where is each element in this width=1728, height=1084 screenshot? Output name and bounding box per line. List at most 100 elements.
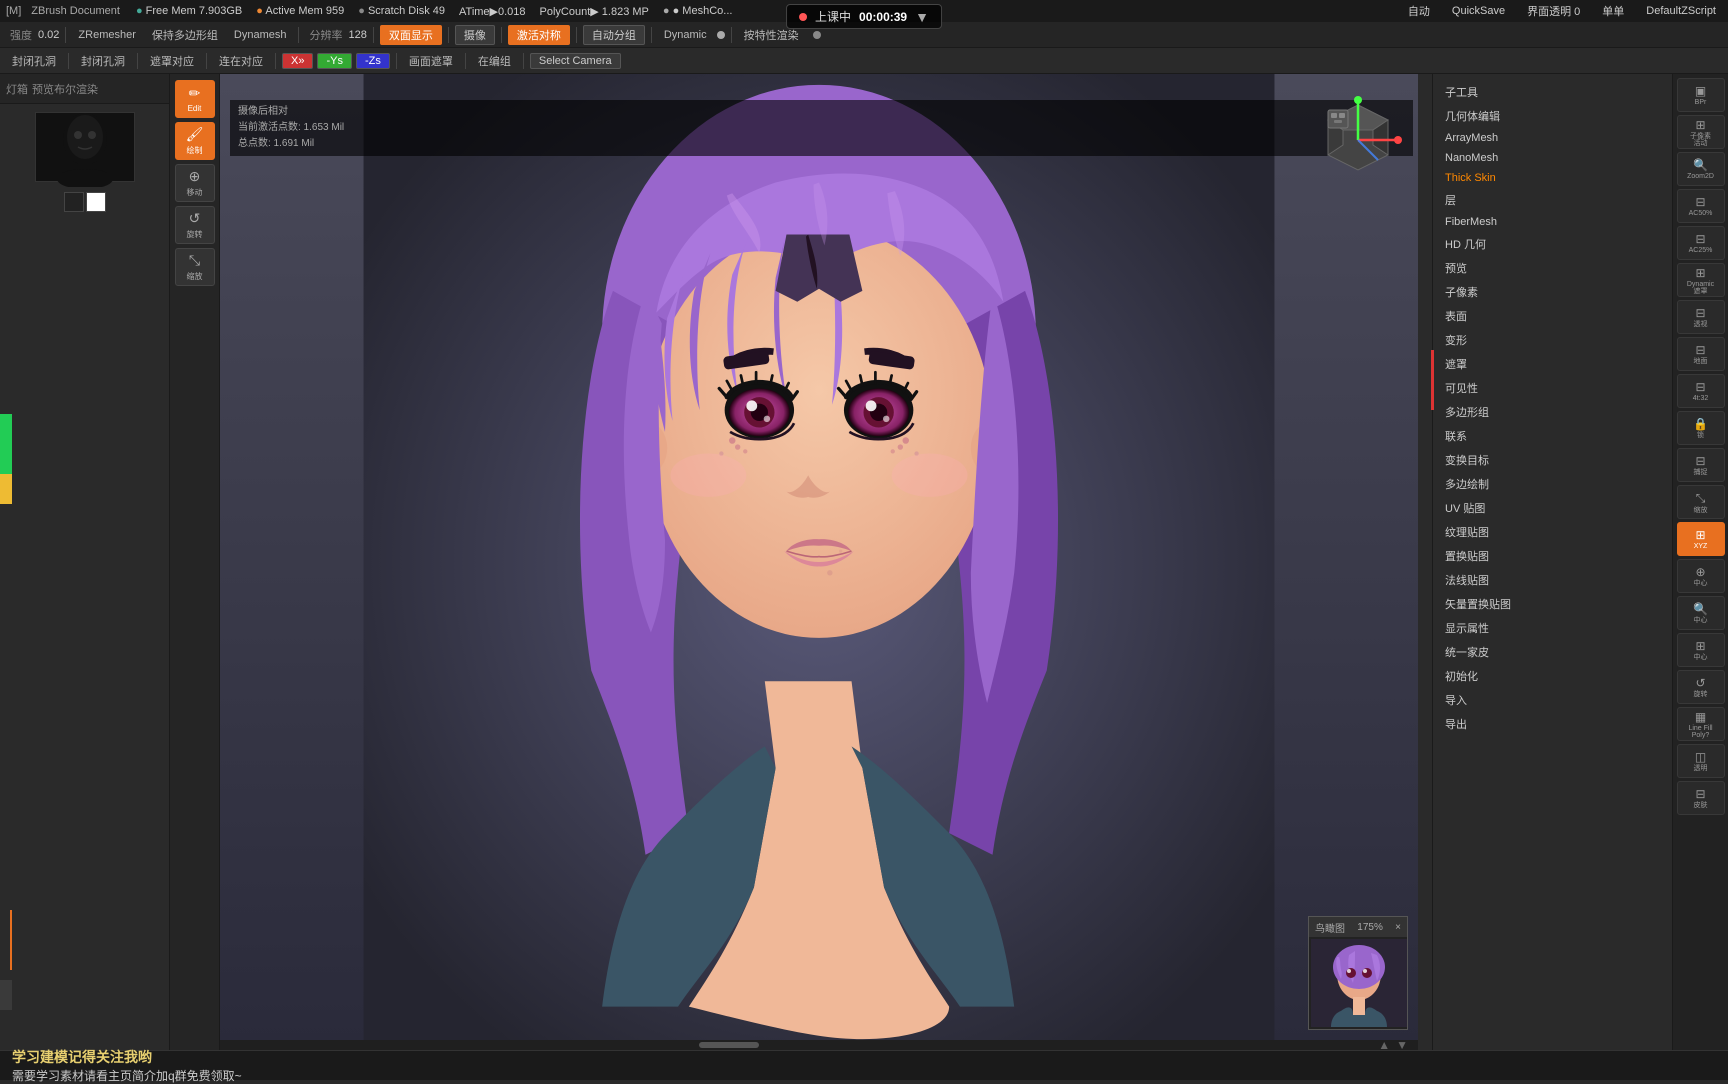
activate-pair-btn[interactable]: 激活对称 [508, 25, 570, 45]
ri-zoom2d[interactable]: 🔍 Zoom2D [1677, 152, 1725, 186]
double-side-btn[interactable]: 双面显示 [380, 25, 442, 45]
menu-quicksave[interactable]: QuickSave [1446, 3, 1511, 19]
fr-subtool[interactable]: 子工具 [1433, 80, 1612, 104]
divider4 [448, 27, 449, 43]
menu-default-script: DefaultZScript [1640, 3, 1722, 19]
select-camera-btn[interactable]: Select Camera [530, 53, 621, 69]
fit-label: 中心 [1694, 654, 1708, 661]
fr-preview[interactable]: 预览 [1433, 256, 1612, 280]
x-axis-btn[interactable]: X» [282, 53, 313, 69]
minimap: 鸟瞰图 175% × [1308, 916, 1408, 1030]
ri-subpixel-active[interactable]: ⊞ 子像素活动 [1677, 115, 1725, 149]
fr-deform[interactable]: 变形 [1433, 328, 1612, 352]
move-tool-btn[interactable]: ⊕ 移动 [175, 164, 215, 202]
camera-btn[interactable]: 摄像 [455, 25, 495, 45]
fr-arraymesh[interactable]: ArrayMesh [1433, 128, 1612, 148]
fr-layer[interactable]: 层 [1433, 188, 1612, 212]
yellow-swatch[interactable] [0, 474, 12, 504]
fr-normal-map[interactable]: 法线贴图 [1433, 568, 1612, 592]
ri-dynamic[interactable]: ⊞ Dynamic遮罩 [1677, 263, 1725, 297]
scrollbar-thumb[interactable] [699, 1042, 759, 1048]
zoom2d-icon: 🔍 [1693, 158, 1708, 172]
menu-active-mem: ● Active Mem 959 [250, 3, 350, 19]
dynamic-toggle[interactable] [717, 31, 725, 39]
fr-surface[interactable]: 表面 [1433, 304, 1612, 328]
aa32-icon: ⊟ [1695, 380, 1705, 394]
ri-xyz[interactable]: ⊞ XYZ [1677, 522, 1725, 556]
fr-vector-displacement[interactable]: 矢量置换贴图 [1433, 592, 1612, 616]
ri-aa25[interactable]: ⊟ AC25% [1677, 226, 1725, 260]
z-axis-btn[interactable]: -Zs [356, 53, 390, 69]
minimap-preview [1311, 939, 1407, 1027]
foreground-color[interactable] [64, 192, 84, 212]
ri-lock[interactable]: 🔒 锁 [1677, 411, 1725, 445]
bottom-text-line1: 学习建模记得关注我哟 [12, 1047, 242, 1067]
fr-contact[interactable]: 联系 [1433, 424, 1612, 448]
app-name: ZBrush Document [31, 5, 120, 17]
ri-aa32[interactable]: ⊟ 4t:32 [1677, 374, 1725, 408]
green-swatch[interactable] [0, 414, 12, 474]
main-viewport[interactable] [220, 74, 1418, 1050]
scale-tool-btn[interactable]: ⤡ 缩放 [175, 248, 215, 286]
viewport-scrollbar[interactable]: ▲ ▼ [220, 1040, 1418, 1050]
ri-aa50[interactable]: ⊟ AC50% [1677, 189, 1725, 223]
zremesher-btn[interactable]: ZRemesher [72, 27, 141, 43]
ri-snap[interactable]: ⊟ 捕捉 [1677, 448, 1725, 482]
fr-export[interactable]: 导出 [1433, 712, 1612, 736]
ri-zoom[interactable]: 🔍 中心 [1677, 596, 1725, 630]
ri-bpr[interactable]: ▣ BPr [1677, 78, 1725, 112]
right-icons-panel: ▣ BPr ⊞ 子像素活动 🔍 Zoom2D ⊟ AC50% ⊟ AC25% ⊞… [1672, 74, 1728, 1050]
fr-polypaint[interactable]: 多边绘制 [1433, 472, 1612, 496]
ri-transparency[interactable]: ◫ 透明 [1677, 744, 1725, 778]
auto-group-btn[interactable]: 自动分组 [583, 25, 645, 45]
fr-unified-skin[interactable]: 统一家皮 [1433, 640, 1612, 664]
ri-rotate[interactable]: ↺ 旋转 [1677, 670, 1725, 704]
timer-expand[interactable]: ▼ [915, 9, 929, 25]
preview-label: 预览布尔渲染 [32, 81, 98, 97]
navigation-cube[interactable] [1308, 90, 1408, 190]
menu-auto[interactable]: 自动 [1402, 1, 1436, 21]
connect-match[interactable]: 连在对应 [213, 51, 269, 71]
close-hole-btn[interactable]: 封闭孔洞 [6, 51, 62, 71]
close-hole-btn2[interactable]: 封闭孔洞 [75, 51, 131, 71]
ri-skin[interactable]: ⊟ 皮肤 [1677, 781, 1725, 815]
ri-scale[interactable]: ⤡ 缩放 [1677, 485, 1725, 519]
preserve-multipolygon[interactable]: 保持多边形组 [146, 25, 224, 45]
minimap-close[interactable]: × [1395, 922, 1401, 933]
render-toggle[interactable] [813, 31, 821, 39]
ri-line-fill[interactable]: ▦ Line FillPoly? [1677, 707, 1725, 741]
fr-mask[interactable]: 遮罩 [1433, 352, 1612, 376]
fr-subpixel[interactable]: 子像素 [1433, 280, 1612, 304]
fr-visibility[interactable]: 可见性 [1433, 376, 1612, 400]
edit-tool-btn[interactable]: ✏ Edit [175, 80, 215, 118]
rotate-tool-btn[interactable]: ↺ 旋转 [175, 206, 215, 244]
fr-displacement[interactable]: 置换贴图 [1433, 544, 1612, 568]
xyz-icon: ⊞ [1695, 528, 1705, 542]
dynamesh-btn[interactable]: Dynamesh [228, 27, 293, 43]
fr-initialize[interactable]: 初始化 [1433, 664, 1612, 688]
fr-display[interactable]: 显示属性 [1433, 616, 1612, 640]
fr-hd-geo[interactable]: HD 几何 [1433, 232, 1612, 256]
minimap-content[interactable] [1311, 939, 1407, 1027]
fr-uv-map[interactable]: UV 贴图 [1433, 496, 1612, 520]
menu-free-mem: ● Free Mem 7.903GB [130, 3, 248, 19]
mask-match[interactable]: 遮罩对应 [144, 51, 200, 71]
draw-tool-btn[interactable]: 🖌 绘制 [175, 122, 215, 160]
fr-nanomesh[interactable]: NanoMesh [1433, 148, 1612, 168]
in-group[interactable]: 在编组 [472, 51, 517, 71]
ri-perspective[interactable]: ⊟ 透视 [1677, 300, 1725, 334]
fr-thick-skin[interactable]: Thick Skin [1433, 168, 1612, 188]
fr-geo-edit[interactable]: 几何体编辑 [1433, 104, 1612, 128]
y-axis-btn[interactable]: -Ys [317, 53, 352, 69]
fr-texture-map[interactable]: 纹理贴图 [1433, 520, 1612, 544]
ri-fit[interactable]: ⊞ 中心 [1677, 633, 1725, 667]
skin-icon: ⊟ [1695, 787, 1705, 801]
fr-polygroups[interactable]: 多边形组 [1433, 400, 1612, 424]
fr-import[interactable]: 导入 [1433, 688, 1612, 712]
ri-floor[interactable]: ⊟ 地面 [1677, 337, 1725, 371]
fr-morph-target[interactable]: 变换目标 [1433, 448, 1612, 472]
screen-mask[interactable]: 画面遮罩 [403, 51, 459, 71]
background-color[interactable] [86, 192, 106, 212]
ri-move[interactable]: ⊕ 中心 [1677, 559, 1725, 593]
fr-fibermesh[interactable]: FiberMesh [1433, 212, 1612, 232]
